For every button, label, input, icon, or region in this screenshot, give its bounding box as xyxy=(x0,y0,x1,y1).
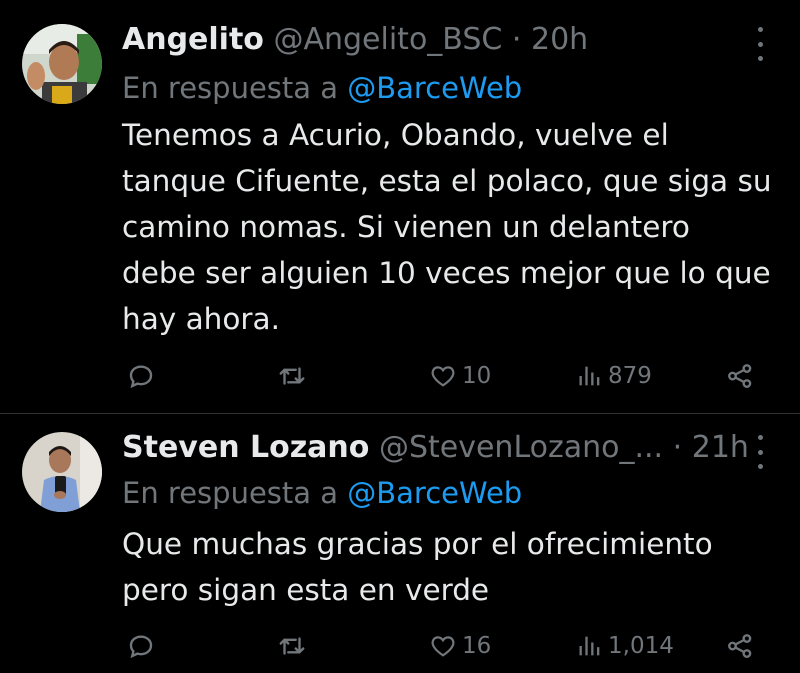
view-count: 1,014 xyxy=(608,633,674,659)
reply-prefix: En respuesta a xyxy=(122,71,339,105)
reply-context: En respuesta a @BarceWeb xyxy=(122,68,522,108)
reply-mention-link[interactable]: @BarceWeb xyxy=(347,71,522,105)
views-icon xyxy=(579,366,600,386)
share-icon xyxy=(728,364,752,388)
timestamp[interactable]: 20h xyxy=(531,22,588,57)
views-button[interactable]: 879 xyxy=(576,356,652,396)
author-handle[interactable]: @StevenLozano_... xyxy=(379,430,663,465)
like-button[interactable]: 16 xyxy=(428,626,491,666)
action-bar: 10 879 xyxy=(0,356,800,396)
heart-icon xyxy=(431,636,455,657)
view-count: 879 xyxy=(608,363,652,389)
share-button[interactable] xyxy=(724,356,756,396)
share-icon xyxy=(728,634,752,658)
retweet-button[interactable] xyxy=(276,356,308,396)
reply-button[interactable] xyxy=(126,356,156,396)
author-name[interactable]: Angelito xyxy=(122,22,264,57)
avatar[interactable] xyxy=(22,24,102,104)
views-icon xyxy=(579,636,600,656)
more-icon[interactable] xyxy=(750,435,770,469)
like-count: 16 xyxy=(462,633,492,659)
like-count: 10 xyxy=(462,363,492,389)
avatar-image xyxy=(22,24,102,104)
retweet-button[interactable] xyxy=(276,626,308,666)
views-button[interactable]: 1,014 xyxy=(576,626,674,666)
reply-prefix: En respuesta a xyxy=(122,476,339,510)
reply-context: En respuesta a @BarceWeb xyxy=(122,473,522,513)
more-icon[interactable] xyxy=(750,27,770,61)
avatar[interactable] xyxy=(22,432,102,512)
retweet-icon xyxy=(279,367,305,385)
heart-icon xyxy=(431,366,455,387)
reply-mention-link[interactable]: @BarceWeb xyxy=(347,476,522,510)
tweet-header: Steven Lozano @StevenLozano_... · 21h xyxy=(122,428,749,468)
separator: · xyxy=(511,22,522,57)
reply-icon xyxy=(129,365,153,389)
reply-icon xyxy=(129,635,153,659)
author-handle[interactable]: @Angelito_BSC xyxy=(273,22,502,57)
separator: · xyxy=(672,430,683,465)
reply-button[interactable] xyxy=(126,626,156,666)
author-name[interactable]: Steven Lozano xyxy=(122,430,369,465)
tweet-text: Tenemos a Acurio, Obando, vuelve el tanq… xyxy=(122,118,772,336)
tweet-text: Que muchas gracias por el ofrecimiento p… xyxy=(122,527,713,607)
timestamp[interactable]: 21h xyxy=(692,430,749,465)
tweet-header: Angelito @Angelito_BSC · 20h xyxy=(122,20,730,60)
tweet[interactable]: Steven Lozano @StevenLozano_... · 21h En… xyxy=(0,415,800,673)
avatar-image xyxy=(22,432,102,512)
retweet-icon xyxy=(279,637,305,655)
tweet[interactable]: Angelito @Angelito_BSC · 20h En respuest… xyxy=(0,0,800,414)
like-button[interactable]: 10 xyxy=(428,356,491,396)
share-button[interactable] xyxy=(724,626,756,666)
action-bar: 16 1,014 xyxy=(0,626,800,666)
